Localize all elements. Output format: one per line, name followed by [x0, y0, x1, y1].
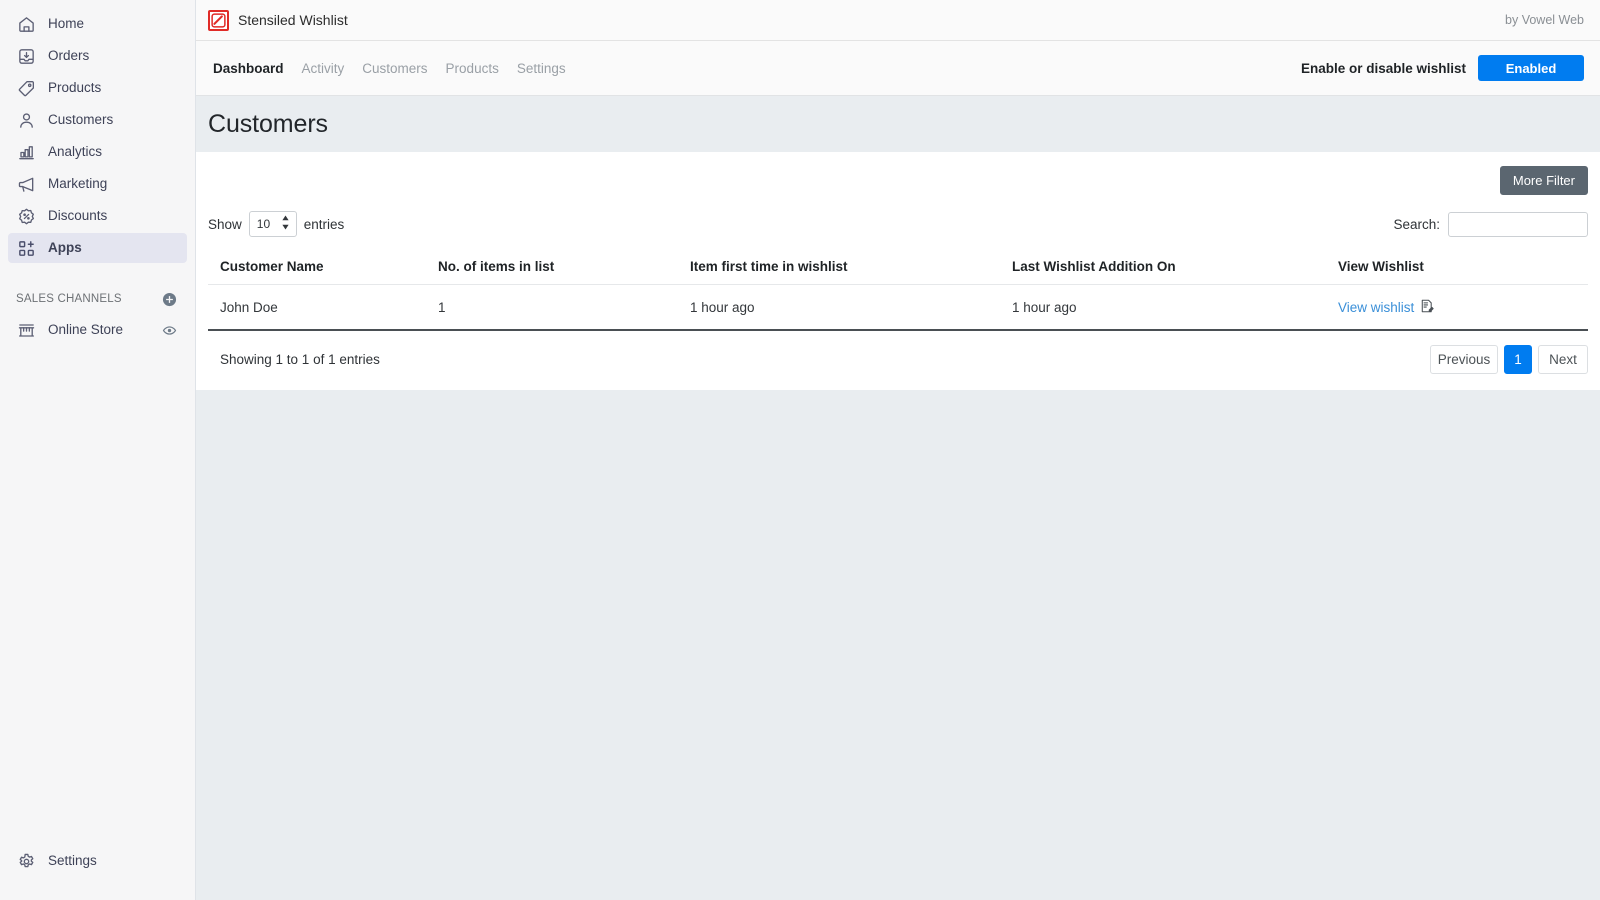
view-wishlist-link[interactable]: View wishlist	[1338, 299, 1434, 316]
sidebar-item-label: Settings	[48, 853, 97, 869]
sidebar-item-analytics[interactable]: Analytics	[8, 137, 187, 167]
sidebar-item-online-store[interactable]: Online Store	[8, 315, 187, 345]
sidebar-item-settings[interactable]: Settings	[8, 846, 187, 876]
app-bar: Stensiled Wishlist by Vowel Web	[196, 0, 1600, 41]
column-first-time[interactable]: Item first time in wishlist	[690, 253, 1012, 285]
column-customer-name[interactable]: Customer Name	[208, 253, 438, 285]
cell-items-count: 1	[438, 284, 690, 331]
more-filter-button[interactable]: More Filter	[1499, 166, 1588, 195]
pagination-next-button[interactable]: Next	[1538, 345, 1588, 374]
entries-per-page-select[interactable]: 10	[248, 211, 297, 237]
tab-products[interactable]: Products	[442, 57, 503, 80]
column-items-count[interactable]: No. of items in list	[438, 253, 690, 285]
apps-grid-plus-icon	[16, 238, 36, 258]
sidebar-item-apps[interactable]: Apps	[8, 233, 187, 263]
sidebar-item-label: Orders	[48, 48, 90, 64]
sidebar-item-label: Online Store	[48, 322, 124, 338]
cell-customer-name: John Doe	[208, 284, 438, 331]
pagination-previous-button[interactable]: Previous	[1430, 345, 1498, 374]
home-icon	[16, 14, 36, 34]
customers-card: More Filter Show 10 entries Search: Cust…	[196, 152, 1600, 390]
sidebar-nav: Home Orders Products Customers Analytics…	[0, 0, 195, 265]
page-title: Customers	[208, 109, 328, 138]
marketing-megaphone-icon	[16, 174, 36, 194]
wishlist-enabled-button[interactable]: Enabled	[1478, 55, 1584, 81]
main-area: Stensiled Wishlist by Vowel Web Dashboar…	[196, 0, 1600, 900]
sidebar-item-label: Products	[48, 80, 102, 96]
table-body: John Doe 1 1 hour ago 1 hour ago View wi…	[208, 284, 1588, 331]
sidebar-item-label: Analytics	[48, 144, 103, 160]
sales-channels-header: SALES CHANNELS	[16, 287, 179, 311]
sidebar-item-orders[interactable]: Orders	[8, 41, 187, 71]
cell-last-addition: 1 hour ago	[1012, 284, 1338, 331]
stepper-arrows-icon	[281, 215, 290, 230]
column-view-wishlist[interactable]: View Wishlist	[1338, 253, 1588, 285]
analytics-bars-icon	[16, 142, 36, 162]
app-root: Home Orders Products Customers Analytics…	[0, 0, 1600, 900]
card-toolbar: More Filter	[208, 162, 1588, 195]
view-wishlist-label: View wishlist	[1338, 300, 1415, 315]
storefront-icon	[16, 320, 36, 340]
column-last-addition[interactable]: Last Wishlist Addition On	[1012, 253, 1338, 285]
show-entries-control: Show 10 entries	[208, 211, 344, 237]
sidebar-item-label: Apps	[48, 240, 82, 256]
showing-entries-text: Showing 1 to 1 of 1 entries	[220, 352, 380, 367]
show-suffix-label: entries	[303, 216, 345, 232]
customers-person-icon	[16, 110, 36, 130]
sidebar-item-home[interactable]: Home	[8, 9, 187, 39]
table-controls: Show 10 entries Search:	[208, 209, 1588, 239]
products-tag-icon	[16, 78, 36, 98]
tab-settings[interactable]: Settings	[513, 57, 570, 80]
sidebar-item-label: Home	[48, 16, 85, 32]
search-input[interactable]	[1448, 211, 1588, 237]
orders-icon	[16, 46, 36, 66]
tab-bar: Dashboard Activity Customers Products Se…	[196, 41, 1600, 96]
table-row: John Doe 1 1 hour ago 1 hour ago View wi…	[208, 284, 1588, 331]
tab-dashboard[interactable]: Dashboard	[209, 57, 288, 80]
page-header: Customers	[196, 96, 1600, 152]
app-brand: Stensiled Wishlist	[208, 9, 348, 31]
page-background	[196, 390, 1600, 900]
app-title: Stensiled Wishlist	[238, 12, 348, 28]
gear-icon	[16, 851, 36, 871]
sidebar-footer: Settings	[0, 846, 195, 878]
tab-activity[interactable]: Activity	[298, 57, 349, 80]
tab-list: Dashboard Activity Customers Products Se…	[208, 57, 570, 80]
stensiled-logo-icon	[208, 9, 229, 31]
tab-customers[interactable]: Customers	[358, 57, 431, 80]
eye-icon[interactable]	[159, 320, 179, 340]
document-edit-icon	[1420, 299, 1434, 316]
show-prefix-label: Show	[208, 216, 242, 232]
sidebar-item-label: Marketing	[48, 176, 108, 192]
sidebar-item-discounts[interactable]: Discounts	[8, 201, 187, 231]
discounts-percent-icon	[16, 206, 36, 226]
sidebar: Home Orders Products Customers Analytics…	[0, 0, 196, 900]
cell-first-time: 1 hour ago	[690, 284, 1012, 331]
table-head: Customer Name No. of items in list Item …	[208, 253, 1588, 285]
plus-circle-icon[interactable]	[159, 289, 179, 309]
sales-channels-title: SALES CHANNELS	[16, 293, 122, 305]
pagination: Previous 1 Next	[1430, 345, 1588, 374]
sidebar-item-customers[interactable]: Customers	[8, 105, 187, 135]
table-footer: Showing 1 to 1 of 1 entries Previous 1 N…	[208, 331, 1588, 390]
wishlist-toggle-label: Enable or disable wishlist	[1300, 60, 1466, 76]
pagination-page-1-button[interactable]: 1	[1504, 345, 1532, 374]
search-control: Search:	[1393, 211, 1588, 237]
search-label: Search:	[1393, 216, 1440, 232]
app-byline: by Vowel Web	[1505, 13, 1584, 27]
sidebar-item-label: Customers	[48, 112, 114, 128]
table-header-row: Customer Name No. of items in list Item …	[208, 253, 1588, 285]
sidebar-item-label: Discounts	[48, 208, 108, 224]
customers-table: Customer Name No. of items in list Item …	[208, 253, 1588, 331]
cell-view-wishlist: View wishlist	[1338, 284, 1588, 331]
sidebar-item-marketing[interactable]: Marketing	[8, 169, 187, 199]
sidebar-item-products[interactable]: Products	[8, 73, 187, 103]
